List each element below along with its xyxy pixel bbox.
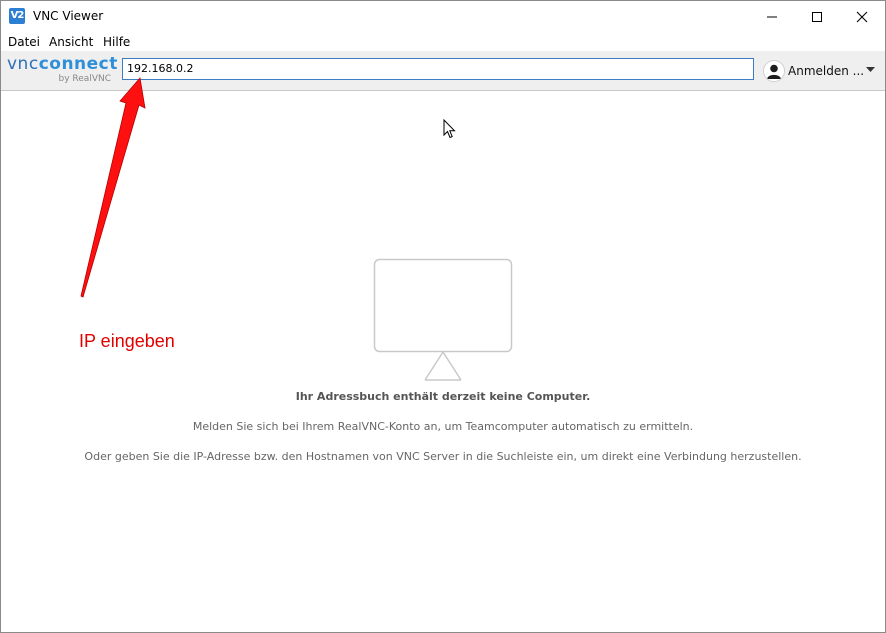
- menu-datei[interactable]: Datei: [8, 35, 40, 49]
- logo-subtitle: by RealVNC: [58, 74, 111, 84]
- address-search-input[interactable]: [122, 58, 754, 80]
- annotation-label: IP eingeben: [79, 331, 175, 351]
- cursor-icon: [443, 119, 456, 139]
- app-icon: V2: [9, 8, 25, 24]
- toolbar: vncconnect by RealVNC Anmelden ...: [1, 51, 885, 91]
- empty-state-address-hint: Oder geben Sie die IP-Adresse bzw. den H…: [84, 450, 802, 463]
- vnc-viewer-window: V2 VNC Viewer Datei Ansicht Hilfe vnccon…: [0, 0, 886, 633]
- app-icon-text: V2: [10, 10, 25, 21]
- menu-bar: Datei Ansicht Hilfe: [1, 32, 885, 51]
- vnc-connect-logo: vncconnect by RealVNC: [7, 55, 118, 85]
- menu-hilfe[interactable]: Hilfe: [103, 35, 130, 49]
- title-bar: V2 VNC Viewer: [1, 1, 885, 32]
- maximize-icon: [812, 11, 822, 22]
- address-book-area: Ihr Adressbuch enthält derzeit keine Com…: [1, 91, 885, 632]
- chevron-down-icon: [866, 67, 875, 72]
- empty-state-signin-hint: Melden Sie sich bei Ihrem RealVNC-Konto …: [192, 420, 694, 433]
- avatar-icon: [763, 60, 785, 82]
- minimize-button[interactable]: [749, 1, 795, 32]
- logo-wordmark: vncconnect: [7, 55, 118, 73]
- signin-button[interactable]: Anmelden ...: [763, 60, 879, 82]
- menu-ansicht[interactable]: Ansicht: [49, 35, 93, 49]
- logo-connect-text: connect: [38, 54, 118, 74]
- close-icon: [856, 11, 868, 22]
- logo-vnc-text: vnc: [7, 54, 39, 74]
- signin-label: Anmelden ...: [788, 64, 865, 78]
- close-button[interactable]: [839, 1, 885, 32]
- minimize-icon: [767, 16, 777, 17]
- maximize-button[interactable]: [794, 1, 840, 32]
- window-title: VNC Viewer: [33, 9, 104, 23]
- monitor-icon: [373, 258, 513, 381]
- empty-state-title: Ihr Adressbuch enthält derzeit keine Com…: [295, 390, 591, 403]
